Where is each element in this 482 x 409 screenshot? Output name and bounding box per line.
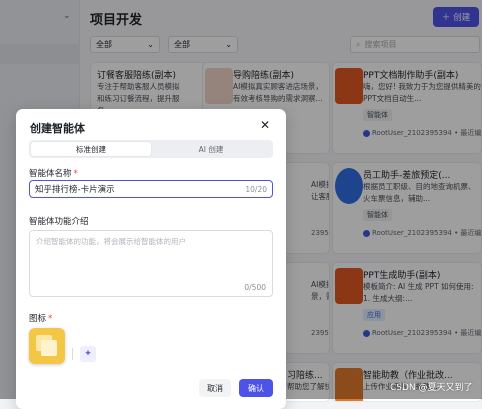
icon-label: 图标 *	[29, 312, 52, 324]
watermark: CSDN @夏天又到了	[390, 383, 473, 393]
desc-placeholder: 介绍智能体的功能，将会展示给智能体的用户	[36, 237, 186, 246]
agent-icon-preview[interactable]	[29, 328, 65, 364]
name-label: 智能体名称 *	[29, 167, 78, 179]
cancel-button[interactable]: 取消	[199, 379, 231, 397]
create-agent-dialog: 创建智能体 ✕ 标准创建 AI 创建 智能体名称 * 知乎排行榜-卡片演示 10/…	[16, 109, 286, 409]
desc-label: 智能体功能介绍	[29, 217, 89, 227]
required-mark: *	[48, 314, 53, 324]
confirm-button[interactable]: 确认	[239, 379, 273, 397]
name-char-count: 10/20	[245, 184, 267, 194]
agent-name-value: 知乎排行榜-卡片演示	[35, 185, 115, 195]
agent-description-textarea[interactable]: 介绍智能体的功能，将会展示给智能体的用户 0/500	[29, 230, 273, 297]
close-icon[interactable]: ✕	[260, 118, 270, 132]
sparkle-icon: ✦	[84, 349, 92, 359]
divider	[72, 348, 73, 360]
icon-label-text: 图标	[29, 314, 47, 324]
dialog-title: 创建智能体	[30, 122, 85, 135]
tab-standard-create[interactable]: 标准创建	[31, 142, 151, 156]
name-label-text: 智能体名称	[29, 169, 72, 179]
creation-mode-tabs: 标准创建 AI 创建	[29, 140, 273, 158]
agent-name-input[interactable]: 知乎排行榜-卡片演示 10/20	[29, 180, 273, 198]
desc-char-count: 0/500	[244, 283, 266, 292]
required-mark: *	[73, 169, 78, 179]
tab-ai-create[interactable]: AI 创建	[151, 142, 271, 156]
icon-shape	[41, 340, 57, 356]
ai-generate-icon-button[interactable]: ✦	[80, 346, 96, 362]
